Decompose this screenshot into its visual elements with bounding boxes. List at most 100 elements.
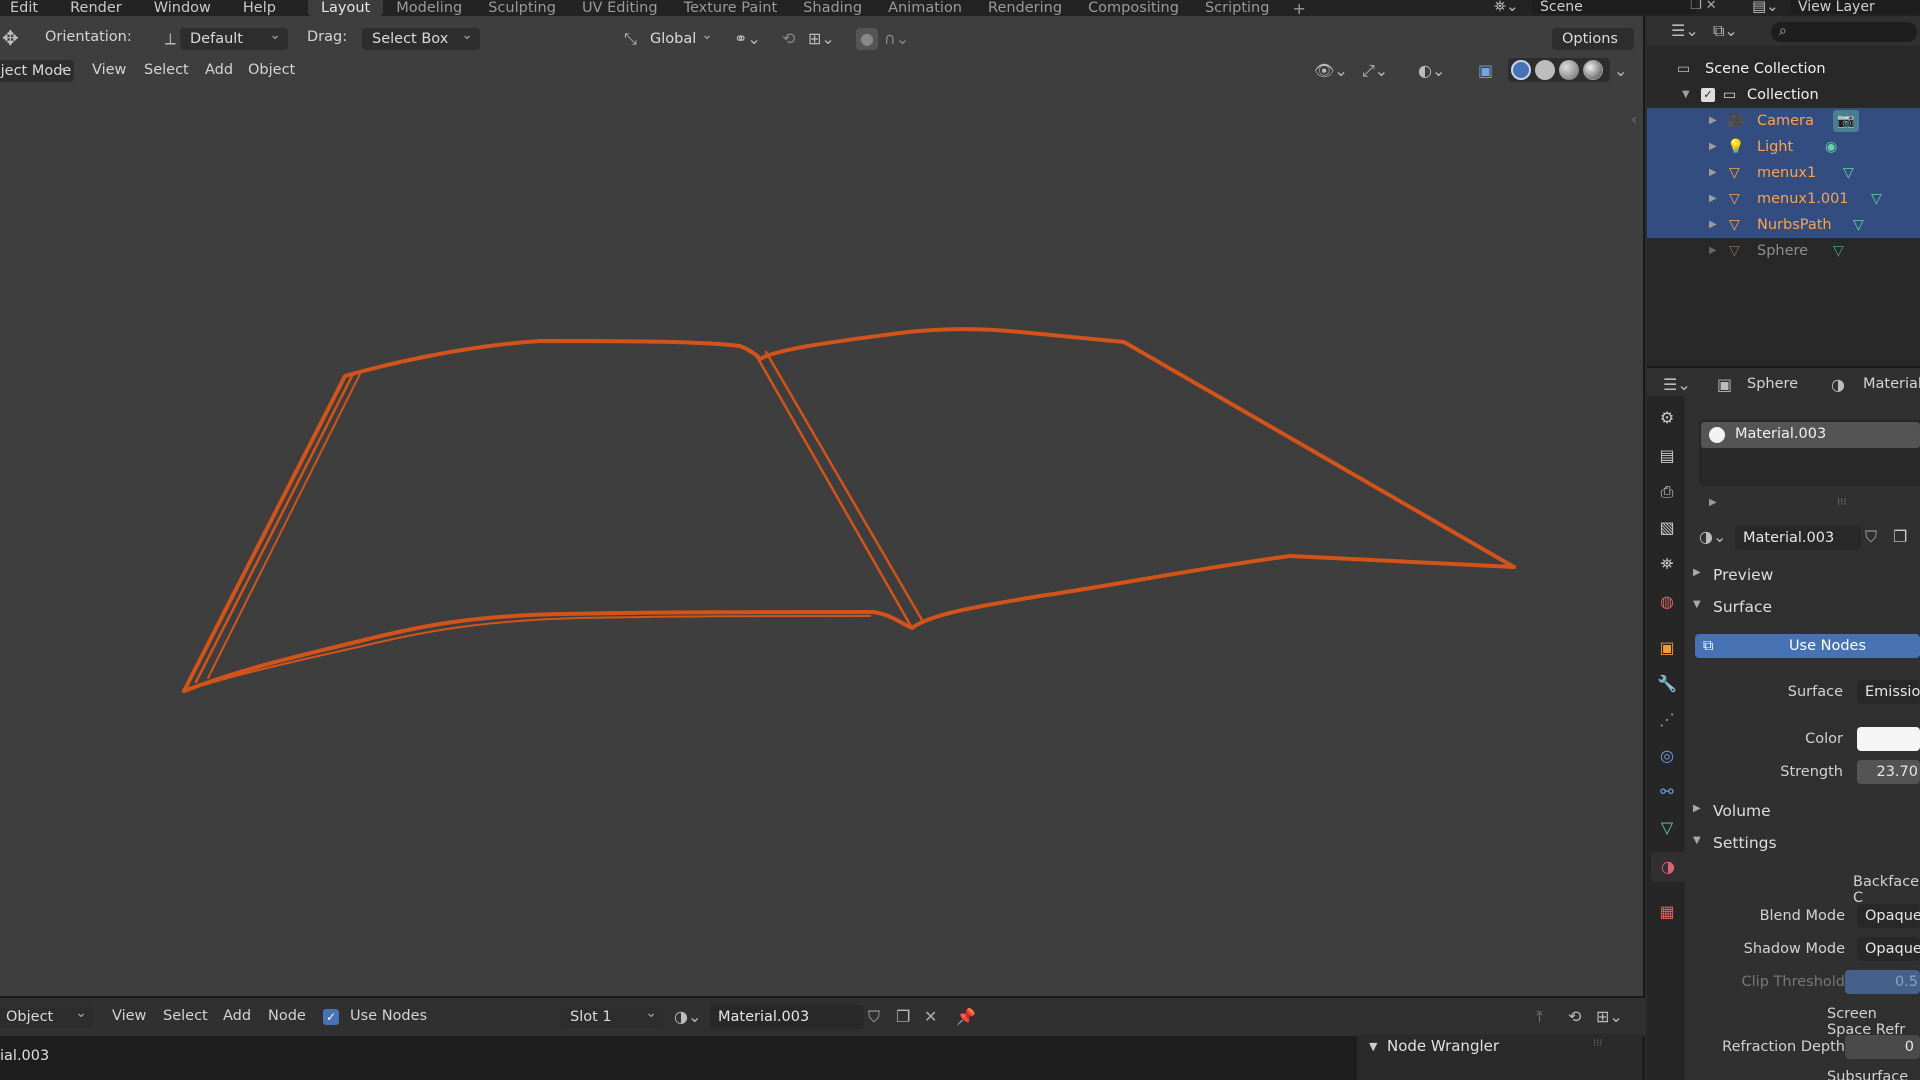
use-nodes-checkbox[interactable]: ✓: [323, 1009, 339, 1025]
duplicate-header-icon[interactable]: ❐: [896, 1006, 910, 1028]
new-scene-icon[interactable]: ❐ ✕: [1690, 0, 1717, 13]
tab-layout[interactable]: Layout: [307, 0, 384, 16]
volume-section[interactable]: Volume: [1713, 802, 1771, 820]
unlink-icon[interactable]: ✕: [924, 1006, 937, 1028]
tool-tab-icon[interactable]: ⚙: [1657, 408, 1677, 428]
tab-shading[interactable]: Shading: [790, 0, 875, 16]
properties-object-name[interactable]: Sphere: [1747, 376, 1798, 392]
surface-section[interactable]: Surface: [1713, 598, 1772, 616]
menu-window[interactable]: Window: [138, 0, 227, 16]
slot-list-resize-handle[interactable]: ⁝⁝⁝: [1837, 492, 1847, 514]
tab-scripting[interactable]: Scripting: [1192, 0, 1282, 16]
subsurface-translucency-checkbox[interactable]: Subsurface Transl: [1805, 1069, 1920, 1080]
tab-compositing[interactable]: Compositing: [1075, 0, 1192, 16]
outliner-item-menux1[interactable]: ▶ ▽ menux1 ▽: [1647, 160, 1920, 186]
snap-node-icon[interactable]: ⟲: [1568, 1006, 1581, 1028]
material-datablock-field[interactable]: Material.003: [1735, 526, 1861, 550]
output-tab-icon[interactable]: ⎙: [1657, 482, 1677, 502]
node-menu-node[interactable]: Node: [268, 1008, 306, 1024]
tab-texture-paint[interactable]: Texture Paint: [671, 0, 791, 16]
material-slot-list[interactable]: Material.003: [1699, 420, 1920, 486]
expand-icon[interactable]: ▶: [1709, 134, 1717, 160]
menu-help[interactable]: Help: [227, 0, 292, 16]
node-editor-mode-dropdown[interactable]: Object: [0, 1002, 94, 1028]
outliner-item-camera[interactable]: ▶ 🎥 Camera 📷: [1647, 108, 1920, 134]
preview-section[interactable]: Preview: [1713, 566, 1773, 584]
strength-field[interactable]: 23.70: [1857, 760, 1920, 784]
menu-edit[interactable]: Edit: [0, 0, 54, 16]
object-tab-icon[interactable]: ▣: [1657, 638, 1677, 658]
camera-data-icon[interactable]: 📷: [1833, 110, 1859, 132]
properties-material-crumb[interactable]: Material.: [1863, 376, 1920, 392]
outliner-item-sphere[interactable]: ▶ ▽ Sphere ▽: [1647, 238, 1920, 264]
blend-mode-dropdown[interactable]: Opaque: [1857, 904, 1920, 928]
tab-rendering[interactable]: Rendering: [975, 0, 1075, 16]
view-layer-icon[interactable]: ▤⌄: [1752, 0, 1779, 15]
view-layer-selector[interactable]: View Layer: [1790, 0, 1920, 14]
refraction-depth-field[interactable]: 0: [1845, 1035, 1920, 1059]
render-tab-icon[interactable]: ▤: [1657, 446, 1677, 466]
tab-sculpting[interactable]: Sculpting: [475, 0, 569, 16]
use-nodes-button[interactable]: ⧉ Use Nodes: [1695, 634, 1920, 658]
backface-culling-checkbox[interactable]: Backface C: [1813, 874, 1920, 906]
scene-collection-row[interactable]: ▭ Scene Collection: [1647, 56, 1920, 82]
expand-icon[interactable]: ▶: [1709, 212, 1717, 238]
surface-collapse-icon[interactable]: ▼: [1693, 594, 1701, 616]
outliner-filter-icon[interactable]: ⧉⌄: [1713, 20, 1738, 42]
node-wrangler-collapse-icon[interactable]: ▼: [1369, 1040, 1377, 1053]
fake-user-icon[interactable]: ⛉: [1865, 526, 1877, 548]
material-browse-header-icon[interactable]: ◑⌄: [674, 1006, 701, 1028]
slot-dropdown[interactable]: Slot 1: [560, 1002, 664, 1028]
scene-selector[interactable]: Scene: [1532, 0, 1696, 14]
node-menu-select[interactable]: Select: [163, 1008, 208, 1024]
constraints-tab-icon[interactable]: ⚯: [1657, 782, 1677, 802]
collection-row[interactable]: ▼ ✓ ▭ Collection: [1647, 82, 1920, 108]
collection-expand-icon[interactable]: ▼: [1682, 82, 1690, 108]
mesh-data-icon[interactable]: ▽: [1871, 186, 1882, 212]
node-menu-view[interactable]: View: [112, 1008, 146, 1024]
mesh-data-icon[interactable]: ▽: [1833, 238, 1844, 264]
tab-modeling[interactable]: Modeling: [383, 0, 475, 16]
tab-uv-editing[interactable]: UV Editing: [569, 0, 671, 16]
surface-shader-field[interactable]: Emission: [1857, 680, 1920, 704]
modifier-tab-icon[interactable]: 🔧: [1657, 674, 1677, 694]
parent-node-icon[interactable]: ⤒: [1536, 1006, 1543, 1028]
expand-icon[interactable]: ▶: [1709, 238, 1717, 264]
book-wireframe[interactable]: [0, 16, 1645, 996]
view-layer-tab-icon[interactable]: ▧: [1657, 518, 1677, 538]
scene-tab-icon[interactable]: ⛯: [1657, 554, 1677, 574]
slot-list-expand-icon[interactable]: ▶: [1709, 492, 1717, 514]
world-tab-icon[interactable]: ◍: [1657, 592, 1677, 612]
clip-threshold-field[interactable]: 0.5: [1845, 970, 1920, 994]
outliner-item-light[interactable]: ▶ 💡 Light ◉: [1647, 134, 1920, 160]
outliner-item-nurbspath[interactable]: ▶ ▽ NurbsPath ▽: [1647, 212, 1920, 238]
expand-icon[interactable]: ▶: [1709, 160, 1717, 186]
material-browse-icon[interactable]: ◑⌄: [1699, 526, 1726, 548]
particles-tab-icon[interactable]: ⋰: [1657, 710, 1677, 730]
mesh-data-icon[interactable]: ▽: [1853, 212, 1864, 238]
add-workspace-icon[interactable]: +: [1282, 0, 1315, 18]
settings-section[interactable]: Settings: [1713, 834, 1777, 852]
shadow-mode-dropdown[interactable]: Opaque: [1857, 937, 1920, 961]
panel-drag-handle[interactable]: ⁝⁝⁝: [1593, 1038, 1603, 1049]
emission-color-swatch[interactable]: [1857, 727, 1920, 751]
screen-space-refraction-checkbox[interactable]: Screen Space Refr: [1805, 1006, 1920, 1038]
fake-user-header-icon[interactable]: ⛉: [868, 1006, 880, 1028]
outliner-display-mode-icon[interactable]: ☰⌄: [1671, 20, 1699, 42]
expand-icon[interactable]: ▶: [1709, 186, 1717, 212]
outliner-search-input[interactable]: [1771, 22, 1917, 42]
collection-checkbox[interactable]: ✓: [1701, 88, 1715, 102]
menu-render[interactable]: Render: [54, 0, 138, 16]
outliner-item-menux1-001[interactable]: ▶ ▽ menux1.001 ▽: [1647, 186, 1920, 212]
duplicate-material-icon[interactable]: ❐: [1893, 526, 1907, 548]
expand-icon[interactable]: ▶: [1709, 108, 1717, 134]
properties-editor-type-icon[interactable]: ☰⌄: [1663, 374, 1691, 396]
mesh-data-icon[interactable]: ▽: [1843, 160, 1854, 186]
pin-icon[interactable]: 📌: [956, 1006, 976, 1028]
physics-tab-icon[interactable]: ◎: [1657, 746, 1677, 766]
preview-collapse-icon[interactable]: ▶: [1693, 562, 1701, 584]
volume-collapse-icon[interactable]: ▶: [1693, 798, 1701, 820]
light-data-icon[interactable]: ◉: [1825, 134, 1837, 160]
scene-icon[interactable]: ⛯⌄: [1494, 0, 1519, 15]
data-tab-icon[interactable]: ▽: [1657, 818, 1677, 838]
